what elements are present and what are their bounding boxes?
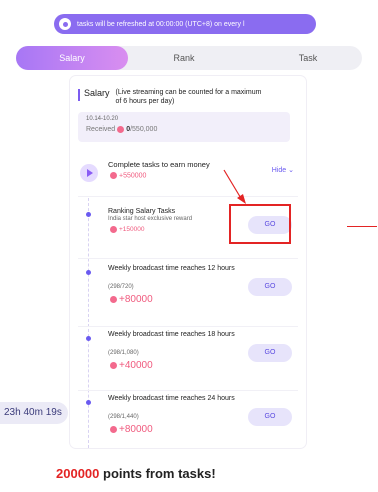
received-line: Received 0 /550,000 bbox=[86, 126, 282, 133]
date-range: 10.14-10.20 bbox=[86, 116, 119, 122]
task-sub: India star host exclusive reward bbox=[108, 216, 193, 222]
divider bbox=[78, 196, 298, 197]
tab-rank[interactable]: Rank bbox=[148, 46, 220, 70]
task-reward-value: +80000 bbox=[119, 424, 153, 435]
tasks-header: Complete tasks to earn money +550000 Hid… bbox=[78, 156, 298, 192]
coin-icon bbox=[117, 126, 125, 133]
task-title: Weekly broadcast time reaches 12 hours bbox=[108, 265, 235, 272]
tab-bar: Salary Rank Task bbox=[16, 46, 362, 70]
tab-task[interactable]: Task bbox=[272, 46, 344, 70]
caption: 200000 points from tasks! bbox=[56, 466, 216, 481]
task-title: Ranking Salary Tasks bbox=[108, 208, 176, 215]
task-sub: (298/1,080) bbox=[108, 350, 139, 356]
go-button[interactable]: GO bbox=[248, 344, 292, 362]
notice-icon bbox=[59, 18, 71, 30]
notice-text: tasks will be refreshed at 00:00:00 (UTC… bbox=[77, 20, 245, 28]
annotation-line bbox=[347, 226, 377, 227]
salary-note: (Live streaming can be counted for a max… bbox=[115, 89, 262, 105]
task-item: Weekly broadcast time reaches 24 hours (… bbox=[78, 392, 298, 448]
tab-salary[interactable]: Salary bbox=[16, 46, 128, 70]
salary-card: Salary (Live streaming can be counted fo… bbox=[70, 76, 306, 448]
coin-icon bbox=[110, 226, 117, 233]
countdown-timer: 23h 40m 19s bbox=[0, 402, 68, 424]
task-reward-value: +150000 bbox=[119, 226, 145, 233]
timeline-dot bbox=[86, 400, 91, 405]
task-title: Weekly broadcast time reaches 24 hours bbox=[108, 395, 235, 402]
salary-title: Salary bbox=[84, 88, 110, 98]
task-reward: +40000 bbox=[108, 360, 153, 371]
caption-number: 200000 bbox=[56, 466, 100, 481]
timeline-dot bbox=[86, 270, 91, 275]
hide-label: Hide bbox=[271, 167, 287, 174]
task-reward: +80000 bbox=[108, 294, 153, 305]
coin-icon bbox=[110, 362, 117, 369]
received-total: /550,000 bbox=[130, 126, 158, 133]
task-sub: (298/720) bbox=[108, 284, 134, 290]
divider bbox=[78, 326, 298, 327]
play-icon bbox=[80, 164, 98, 182]
highlight-box bbox=[229, 204, 291, 244]
divider bbox=[78, 258, 298, 259]
tasks-title: Complete tasks to earn money bbox=[108, 160, 210, 169]
task-reward-value: +40000 bbox=[119, 360, 153, 371]
task-sub: (298/1,440) bbox=[108, 414, 139, 420]
task-panel: tasks will be refreshed at 00:00:00 (UTC… bbox=[0, 0, 378, 448]
tasks-reward: +550000 bbox=[108, 172, 146, 179]
go-button[interactable]: GO bbox=[248, 278, 292, 296]
timeline-dot bbox=[86, 336, 91, 341]
refresh-notice: tasks will be refreshed at 00:00:00 (UTC… bbox=[54, 14, 316, 34]
coin-icon bbox=[110, 296, 117, 303]
task-reward: +150000 bbox=[108, 226, 145, 233]
salary-summary: 10.14-10.20 Received 0 /550,000 bbox=[78, 112, 290, 142]
caption-text: points from tasks! bbox=[99, 466, 216, 481]
annotation-arrow-icon bbox=[223, 169, 246, 204]
coin-icon bbox=[110, 426, 117, 433]
go-button[interactable]: GO bbox=[248, 408, 292, 426]
tasks-reward-value: +550000 bbox=[119, 172, 147, 180]
divider bbox=[78, 390, 298, 391]
task-reward: +80000 bbox=[108, 424, 153, 435]
timeline-dot bbox=[86, 212, 91, 217]
hide-toggle[interactable]: Hide ⌄ bbox=[272, 166, 294, 174]
title-bar bbox=[78, 89, 80, 101]
received-label: Received bbox=[86, 126, 116, 133]
chevron-down-icon: ⌄ bbox=[288, 167, 294, 174]
task-item: Weekly broadcast time reaches 18 hours (… bbox=[78, 328, 298, 388]
salary-header: Salary (Live streaming can be counted fo… bbox=[78, 88, 266, 106]
coin-icon bbox=[110, 172, 117, 179]
task-reward-value: +80000 bbox=[119, 294, 153, 305]
task-title: Weekly broadcast time reaches 18 hours bbox=[108, 331, 235, 338]
task-item: Weekly broadcast time reaches 12 hours (… bbox=[78, 262, 298, 322]
